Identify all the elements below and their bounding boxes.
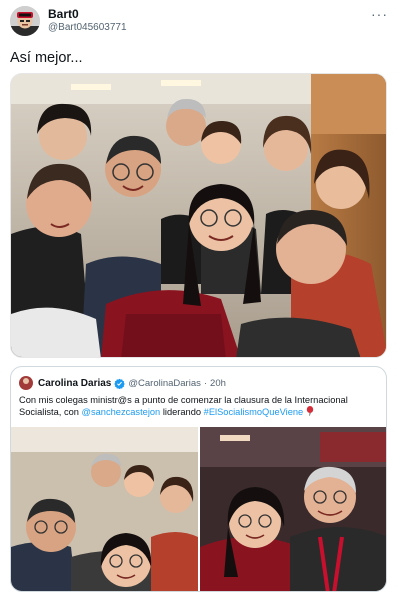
verified-badge-icon (114, 378, 126, 389)
author-avatar[interactable] (10, 6, 40, 36)
separator-dot: · (203, 377, 208, 389)
more-horizontal-icon[interactable]: ··· (371, 6, 388, 22)
author-handle[interactable]: @Bart045603771 (48, 21, 127, 35)
red-balloon-icon (306, 406, 314, 416)
quoted-author-name[interactable]: Carolina Darias (38, 378, 111, 389)
quoted-author-avatar[interactable] (19, 376, 33, 390)
quoted-tweet-text: Con mis colegas ministr@s a punto de com… (19, 394, 381, 418)
hashtag-link[interactable]: #ElSocialismoQueViene (204, 407, 304, 417)
quoted-tweet-time[interactable]: 20h (210, 378, 226, 389)
tweet-media-photo[interactable] (10, 73, 387, 358)
quoted-tweet-header: Carolina Darias @CarolinaDarias · 20h (19, 375, 226, 391)
quoted-author-handle[interactable]: @CarolinaDarias (128, 378, 200, 389)
quoted-photo-2[interactable] (200, 427, 386, 591)
author-display-name[interactable]: Bart0 (48, 7, 127, 21)
mention-link[interactable]: @sanchezcastejon (82, 407, 161, 417)
quoted-tweet-media (11, 427, 386, 591)
tweet-text: Así mejor... (10, 50, 83, 66)
quoted-photo-1[interactable] (11, 427, 198, 591)
tweet-header: Bart0 @Bart045603771 ··· (10, 4, 394, 38)
quoted-tweet[interactable]: Carolina Darias @CarolinaDarias · 20h Co… (10, 366, 387, 592)
quoted-text-part: liderando (160, 407, 204, 417)
